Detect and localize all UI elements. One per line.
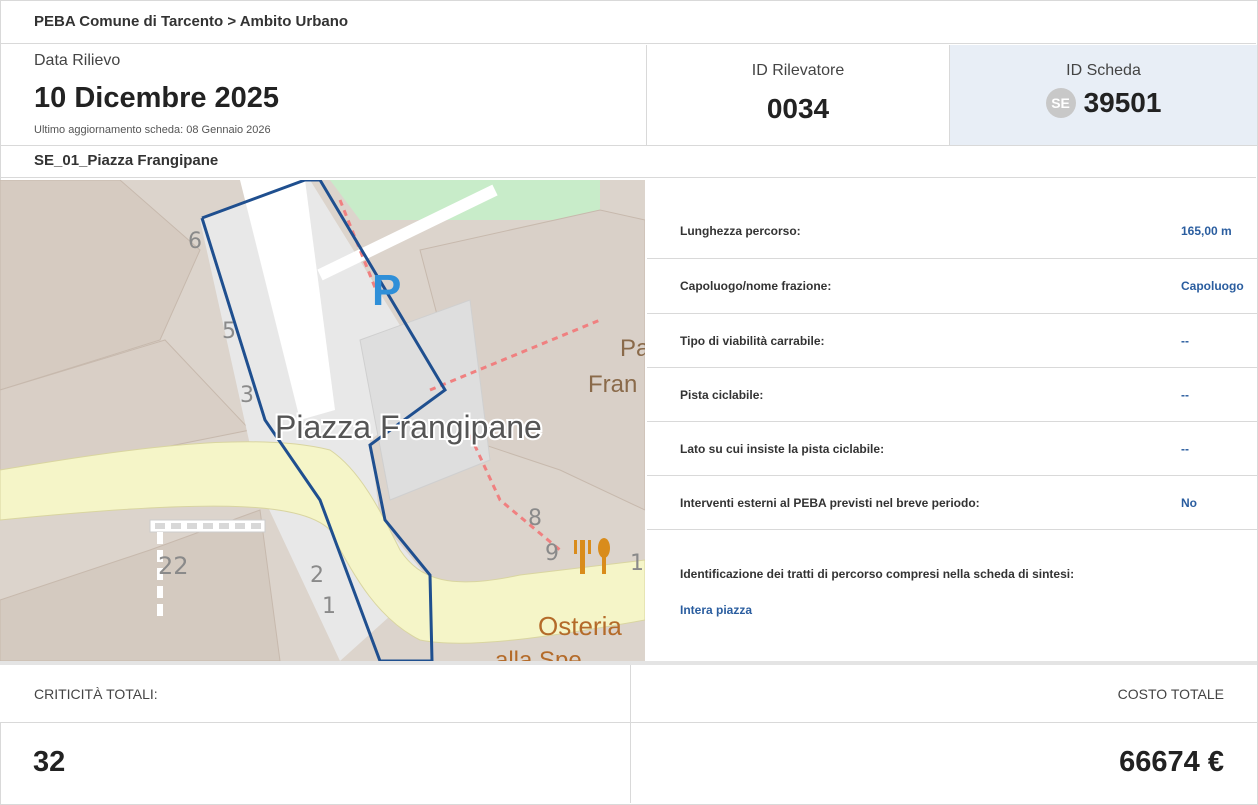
section-title: SE_01_Piazza Frangipane <box>0 146 1256 178</box>
last-update-text: Ultimo aggiornamento scheda: 08 Gennaio … <box>34 124 271 136</box>
house-number: 9 <box>545 541 559 566</box>
house-number: 22 <box>158 552 189 580</box>
house-number: 1 <box>322 594 336 619</box>
surveyor-id-panel: ID Rilevatore 0034 <box>647 45 950 146</box>
detail-label: Pista ciclabile: <box>680 388 764 402</box>
survey-date-label: Data Rilievo <box>34 52 121 69</box>
detail-value: No <box>1181 496 1197 510</box>
total-cost-panel: COSTO TOTALE 66674 € <box>631 665 1257 803</box>
route-map[interactable]: P Piazza Frangipane 6 5 3 2 1 22 8 9 1 O… <box>0 180 645 661</box>
detail-row-pista: Pista ciclabile: -- <box>647 368 1257 422</box>
total-cost-value: 66674 € <box>1119 746 1224 778</box>
survey-date-panel: Data Rilievo 10 Dicembre 2025 Ultimo agg… <box>0 45 647 146</box>
detail-row-lato-pista: Lato su cui insiste la pista ciclabile: … <box>647 422 1257 476</box>
detail-value: -- <box>1181 442 1189 456</box>
detail-row-tratti: Identificazione dei tratti di percorso c… <box>647 530 1257 661</box>
detail-value: Capoluogo <box>1181 279 1244 293</box>
detail-label: Capoluogo/nome frazione: <box>680 279 832 293</box>
sheet-type-badge: SE <box>1045 88 1076 118</box>
poi-partial-label: Fran <box>588 371 637 398</box>
total-cost-label: COSTO TOTALE <box>1117 686 1224 702</box>
house-number: 3 <box>240 383 254 408</box>
house-number: 8 <box>528 506 542 531</box>
total-issues-label: CRITICITÀ TOTALI: <box>34 686 158 702</box>
survey-date-value: 10 Dicembre 2025 <box>34 82 280 114</box>
detail-row-length: Lunghezza percorso: 165,00 m <box>647 180 1257 259</box>
house-number: 5 <box>222 319 236 344</box>
poi-partial-label: Pa <box>620 335 645 362</box>
detail-label: Lunghezza percorso: <box>680 224 801 238</box>
details-panel: Lunghezza percorso: 165,00 m Capoluogo/n… <box>647 180 1257 661</box>
total-issues-value: 32 <box>33 746 66 778</box>
house-number: 6 <box>188 229 202 254</box>
detail-label: Interventi esterni al PEBA previsti nel … <box>680 496 980 510</box>
detail-label: Tipo di viabilità carrabile: <box>680 334 825 348</box>
sheet-id-value: 39501 <box>1083 87 1162 118</box>
detail-row-interventi: Interventi esterni al PEBA previsti nel … <box>647 476 1257 530</box>
total-issues-panel: CRITICITÀ TOTALI: 32 <box>0 665 631 803</box>
total-cost-header: COSTO TOTALE <box>631 665 1257 723</box>
total-issues-header: CRITICITÀ TOTALI: <box>0 665 630 723</box>
detail-label: Identificazione dei tratti di percorso c… <box>680 567 1075 581</box>
poi-label-2: alla Spe <box>495 647 582 661</box>
detail-label: Lato su cui insiste la pista ciclabile: <box>680 442 885 456</box>
poi-label: Osteria <box>538 611 622 641</box>
parking-icon: P <box>372 266 401 315</box>
detail-row-frazione: Capoluogo/nome frazione: Capoluogo <box>647 259 1257 314</box>
detail-row-viabilita: Tipo di viabilità carrabile: -- <box>647 314 1257 368</box>
breadcrumb[interactable]: PEBA Comune di Tarcento > Ambito Urbano <box>0 0 1256 44</box>
place-label: Piazza Frangipane <box>275 409 542 445</box>
sheet-id-label: ID Scheda <box>1066 62 1141 79</box>
surveyor-id-value: 0034 <box>766 93 830 124</box>
detail-value: 165,00 m <box>1181 224 1232 238</box>
detail-value: -- <box>1181 334 1189 348</box>
sheet-id-panel: ID Scheda SE 39501 <box>950 45 1257 146</box>
detail-value: Intera piazza <box>680 603 753 617</box>
detail-value: -- <box>1181 388 1189 402</box>
house-number: 2 <box>310 563 324 588</box>
surveyor-id-label: ID Rilevatore <box>751 62 845 79</box>
house-number: 1 <box>630 551 644 576</box>
